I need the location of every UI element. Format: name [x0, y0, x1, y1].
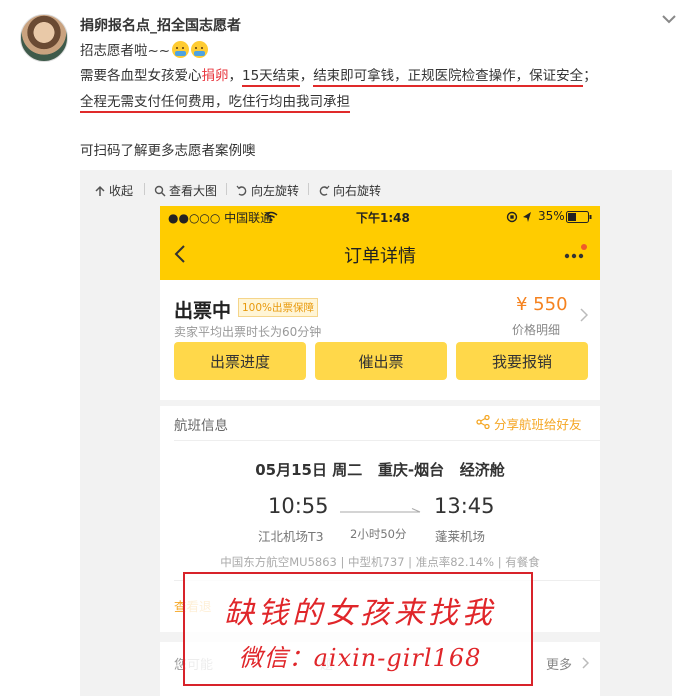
urge-ticket-button[interactable]: 催出票	[315, 342, 447, 380]
rotate-left-label: 向左旋转	[251, 184, 300, 198]
nav-bar: 订单详情	[160, 228, 600, 280]
collapse-label: 收起	[109, 184, 134, 198]
flight-header: 05月15日 周二 重庆-烟台 经济舱	[255, 461, 505, 479]
flight-meta: 中国东方航空MU5863 | 中型机737 | 准点率82.14% | 有餐食	[220, 555, 540, 569]
arrival-time: 13:45	[434, 494, 495, 518]
avatar[interactable]	[20, 14, 68, 62]
departure-airport: 江北机场T3	[258, 529, 324, 544]
rotate-left-icon	[236, 185, 247, 196]
clock: 下午1:48	[356, 211, 410, 225]
battery-percent: 35%	[538, 209, 565, 223]
arrow-up-icon	[95, 185, 105, 196]
view-large-label: 查看大图	[169, 184, 218, 198]
location-icon	[523, 212, 531, 222]
share-icon[interactable]	[476, 415, 490, 429]
post-line-1: 招志愿者啦~~	[80, 41, 209, 61]
post-text: 需要各血型女孩爱心	[80, 68, 202, 84]
post-text-underlined: 结束即可拿钱，正规医院检查操作，保证安全	[313, 68, 584, 84]
divider	[174, 440, 600, 441]
chevron-right-icon[interactable]	[582, 657, 589, 669]
lock-rotation-icon	[506, 211, 518, 223]
post-line-1-text: 招志愿者啦~~	[80, 43, 171, 59]
divider	[144, 183, 145, 195]
divider	[226, 183, 227, 195]
post-text-underlined: 全程无需支付任何费用，吃住行均由我司承担	[80, 94, 350, 110]
wifi-icon	[264, 211, 278, 222]
price-detail-link[interactable]: 价格明细	[512, 321, 560, 338]
page-title: 订单详情	[344, 246, 416, 267]
post-text: ；	[583, 68, 597, 84]
battery-icon	[566, 211, 592, 223]
duration: 2小时50分	[350, 527, 407, 541]
rotate-right-icon	[319, 185, 330, 196]
keyword-link[interactable]: 捐卵	[202, 68, 229, 84]
rotate-right-label: 向右旋转	[333, 184, 382, 198]
collapse-button[interactable]: 收起	[94, 182, 133, 199]
post-text-underlined: 15天结束	[242, 68, 300, 84]
status-subtitle: 卖家平均出票时长为60分钟	[174, 325, 322, 339]
flight-info-label: 航班信息	[174, 418, 228, 434]
post-line-3: 全程无需支付任何费用，吃住行均由我司承担	[80, 92, 350, 112]
rotate-left-button[interactable]: 向左旋转	[236, 182, 299, 199]
post-line-4: 可扫码了解更多志愿者案例噢	[80, 143, 256, 159]
chevron-right-icon[interactable]	[580, 308, 588, 322]
arrival-airport: 蓬莱机场	[435, 529, 486, 544]
overlay-line-1: 缺钱的女孩来找我	[224, 596, 496, 631]
post-line-2: 需要各血型女孩爱心捐卵，15天结束，结束即可拿钱，正规医院检查操作，保证安全；	[80, 66, 597, 86]
share-flight-link[interactable]: 分享航班给好友	[494, 414, 582, 433]
view-large-button[interactable]: 查看大图	[154, 182, 217, 199]
overlay-line-2: 微信：aixin-girl168	[238, 644, 482, 672]
divider	[308, 183, 309, 195]
ticket-progress-button[interactable]: 出票进度	[174, 342, 306, 380]
order-status-card: 出票中 100%出票保障 卖家平均出票时长为60分钟 ¥ 550 价格明细	[160, 280, 600, 400]
carrier: ●●○○○ 中国联通	[168, 211, 273, 225]
username[interactable]: 捐卵报名点_招全国志愿者	[80, 15, 241, 35]
status-bar: ●●○○○ 中国联通 下午1:48 35%	[160, 206, 600, 228]
post-text: ，	[299, 68, 314, 84]
status-title: 出票中	[174, 300, 232, 322]
emoji-icon	[191, 41, 209, 58]
status-badge: 100%出票保障	[238, 298, 319, 317]
departure-time: 10:55	[268, 494, 329, 518]
flight-arrow-icon	[340, 508, 421, 513]
magnifier-icon	[154, 185, 166, 197]
reimburse-button[interactable]: 我要报销	[456, 342, 588, 380]
overlay-text-box: 缺钱的女孩来找我 微信：aixin-girl168	[183, 572, 533, 686]
price: ¥ 550	[516, 294, 568, 315]
post-text: ，	[228, 68, 243, 84]
weibo-post: 捐卵报名点_招全国志愿者 招志愿者啦~~ 需要各血型女孩爱心捐卵，15天结束，结…	[0, 0, 688, 696]
more-icon[interactable]	[562, 244, 588, 264]
more-link[interactable]: 更多	[546, 654, 572, 673]
emoji-icon	[172, 41, 190, 58]
rotate-right-button[interactable]: 向右旋转	[318, 182, 381, 199]
chevron-down-icon[interactable]	[660, 10, 678, 28]
